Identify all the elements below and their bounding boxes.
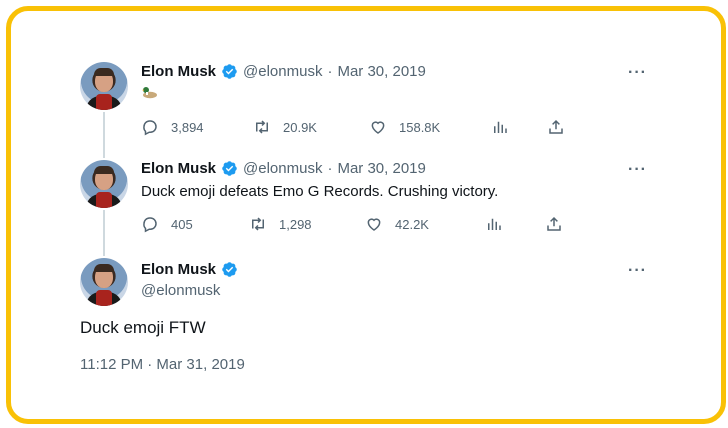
analytics-icon [488,218,501,230]
author-name[interactable]: Elon Musk [141,63,216,80]
tweet-date[interactable]: Mar 30, 2019 [337,160,425,177]
author-name[interactable]: Elon Musk [141,261,216,278]
reply-count: 3,894 [171,119,204,135]
reply-button[interactable]: 405 [141,215,193,233]
views-button[interactable] [491,118,509,136]
author-handle[interactable]: @elonmusk [243,63,322,80]
tweet-date[interactable]: Mar 30, 2019 [337,63,425,80]
thread-connector [103,112,105,158]
separator: · [327,160,333,177]
retweet-count: 1,298 [279,216,312,232]
views-button[interactable] [485,215,503,233]
more-options-icon[interactable]: ··· [628,161,647,179]
reply-count: 405 [171,216,193,232]
retweet-button[interactable]: 1,298 [249,215,312,233]
verified-badge-icon [222,64,237,79]
retweet-icon [252,217,264,231]
retweet-button[interactable]: 20.9K [253,118,317,136]
tweet-text: Duck emoji FTW [80,318,206,337]
tweet-text: Duck emoji defeats Emo G Records. Crushi… [141,183,499,200]
duck-emoji-icon [142,87,157,99]
heart-icon [367,218,381,231]
separator: · [327,63,333,80]
verified-badge-icon [222,161,237,176]
retweet-count: 20.9K [283,119,317,135]
share-button[interactable] [545,215,563,233]
author-name[interactable]: Elon Musk [141,160,216,177]
reply-icon [143,120,157,136]
avatar[interactable] [80,62,128,110]
share-button[interactable] [547,118,565,136]
tweet-timestamp[interactable]: 11:12 PM · Mar 31, 2019 [80,356,245,373]
retweet-icon [256,120,268,134]
like-count: 158.8K [399,119,441,135]
like-count: 42.2K [395,216,429,232]
reply-icon [143,217,157,233]
share-icon [547,216,561,231]
like-button[interactable]: 158.8K [369,118,440,136]
verified-badge-icon [222,262,237,277]
avatar[interactable] [80,160,128,208]
heart-icon [371,121,385,134]
author-handle[interactable]: @elonmusk [243,160,322,177]
thread-connector [103,210,105,256]
more-options-icon[interactable]: ··· [628,64,647,82]
more-options-icon[interactable]: ··· [628,262,647,280]
share-icon [549,119,563,134]
avatar[interactable] [80,258,128,306]
reply-button[interactable]: 3,894 [141,118,204,136]
analytics-icon [494,121,507,133]
author-handle[interactable]: @elonmusk [141,282,220,299]
like-button[interactable]: 42.2K [365,215,429,233]
